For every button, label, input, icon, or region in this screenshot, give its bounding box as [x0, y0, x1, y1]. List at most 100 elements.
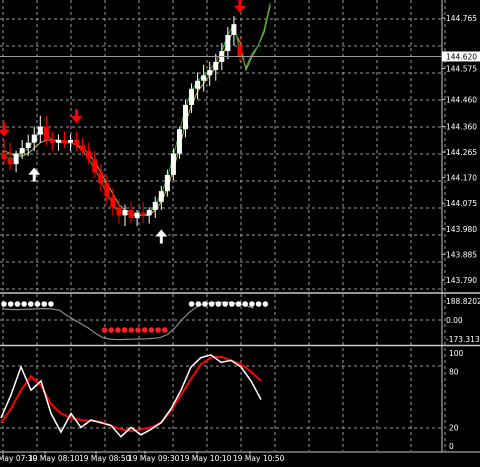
oscillator-dot-up — [34, 301, 41, 307]
sell-arrow-icon — [70, 109, 83, 124]
moving-average-fast — [3, 2, 271, 216]
oscillator-dot-up — [222, 301, 228, 307]
oscillator-dot-up — [262, 301, 269, 307]
sell-arrow-shaft — [2, 122, 6, 131]
candle[interactable] — [37, 115, 43, 143]
trading-chart-window: 144.765 144.575 144.460 144.360 144.265 144.1… — [0, 0, 480, 463]
sell-arrow-icon — [0, 122, 10, 137]
stochastic-axis-label: 20 — [449, 423, 459, 432]
candle[interactable] — [207, 61, 213, 87]
time-axis-label: 19 May 10:10 — [180, 454, 232, 463]
oscillator-dot-down — [155, 327, 161, 333]
time-axis-label: 19 May 08:10 — [28, 454, 80, 463]
price-panel[interactable] — [0, 0, 442, 244]
price-axis: 144.765 144.575 144.460 144.360 144.265 144.1… — [442, 14, 480, 451]
candle[interactable] — [74, 131, 80, 151]
candle-body — [225, 34, 231, 52]
candle-body — [110, 196, 116, 208]
candle[interactable] — [110, 188, 116, 216]
buy-arrow-icon — [28, 167, 41, 182]
oscillator-dot-up — [48, 301, 54, 307]
stochastic-signal-line — [0, 355, 262, 433]
oscillator-dot-up — [215, 301, 222, 307]
candle-body — [116, 207, 122, 216]
buy-arrow-shaft — [32, 173, 36, 182]
candle[interactable] — [231, 16, 237, 46]
price-axis-label: 144.170 — [446, 174, 477, 183]
buy-arrow-icon — [155, 229, 168, 244]
oscillator-dot-down — [128, 327, 135, 333]
oscillator-dot-down — [135, 327, 141, 333]
price-axis-label: 144.360 — [446, 122, 477, 131]
candle-body — [55, 139, 61, 143]
candle[interactable] — [55, 134, 61, 151]
candle-body — [231, 24, 237, 35]
candle-body — [68, 139, 74, 143]
sell-arrow-head — [233, 5, 246, 13]
candle-body — [104, 183, 110, 197]
candle-body — [25, 142, 31, 149]
time-axis-label: 19 May 09:30 — [128, 454, 180, 463]
candle-body — [189, 88, 195, 105]
candle-body — [80, 145, 86, 151]
candle-body — [37, 126, 43, 135]
candle[interactable] — [201, 64, 207, 92]
grid — [0, 0, 480, 453]
oscillator-zero-label: 0.00 — [446, 316, 463, 325]
oscillator-dot-up — [1, 301, 7, 307]
oscillator-dot-down — [121, 327, 128, 333]
oscillator-dot-up — [242, 301, 248, 307]
oscillator-dot-up — [21, 301, 27, 307]
candle[interactable] — [25, 134, 31, 157]
candle-body — [140, 212, 146, 216]
oscillator-min-label: -173.3137 — [446, 335, 480, 344]
candle[interactable] — [152, 196, 158, 219]
stochastic-axis-label: 80 — [449, 368, 459, 377]
candle[interactable] — [116, 199, 122, 224]
candle-body — [49, 139, 55, 143]
stochastic-panel[interactable] — [0, 354, 262, 438]
oscillator-dot-down — [141, 327, 148, 333]
candle-body — [122, 209, 128, 216]
time-axis: 19 May 07:3019 May 08:1019 May 08:5019 M… — [0, 451, 285, 463]
oscillator-dot-up — [229, 301, 235, 307]
oscillator-dot-down — [108, 327, 114, 333]
sell-arrow-head — [70, 116, 83, 124]
oscillator-dot-up — [41, 301, 47, 307]
candle[interactable] — [1, 139, 7, 165]
oscillator-dot-up — [7, 301, 14, 307]
sell-arrow-head — [0, 129, 10, 137]
candle[interactable] — [68, 134, 74, 151]
candle-body — [201, 75, 207, 81]
candle-body — [92, 158, 98, 173]
oscillator-dot-up — [249, 301, 255, 307]
candle[interactable] — [62, 131, 67, 149]
candle[interactable] — [128, 201, 134, 224]
price-axis-label: 144.765 — [446, 14, 477, 23]
candle-body — [164, 174, 170, 192]
current-price-label: 144.620 — [446, 52, 477, 61]
candle[interactable] — [13, 150, 19, 173]
candle-body — [195, 80, 201, 89]
stochastic-main-line — [0, 354, 262, 438]
stochastic-axis-label: 0 — [449, 442, 454, 451]
candle[interactable] — [49, 131, 55, 151]
candle-body — [237, 45, 243, 57]
candle-body — [1, 153, 7, 159]
chart-canvas[interactable]: 144.765 144.575 144.460 144.360 144.265 144.1… — [0, 0, 480, 463]
candle-body — [19, 148, 25, 154]
price-axis-label: 144.265 — [446, 148, 477, 157]
oscillator-dot-up — [235, 301, 242, 307]
sell-arrow-shaft — [75, 109, 79, 118]
time-axis-label: 19 May 08:50 — [79, 454, 131, 463]
buy-arrow-head — [28, 167, 41, 175]
candle[interactable] — [7, 142, 13, 170]
candle-body — [152, 201, 158, 210]
price-axis-label: 144.575 — [446, 65, 477, 74]
candle[interactable] — [140, 201, 146, 224]
oscillator-dot-down — [162, 327, 168, 333]
candle-body — [176, 129, 182, 154]
price-axis-label: 144.075 — [446, 199, 477, 208]
buy-arrow-shaft — [159, 235, 163, 244]
stochastic-axis-label: 100 — [449, 349, 464, 358]
